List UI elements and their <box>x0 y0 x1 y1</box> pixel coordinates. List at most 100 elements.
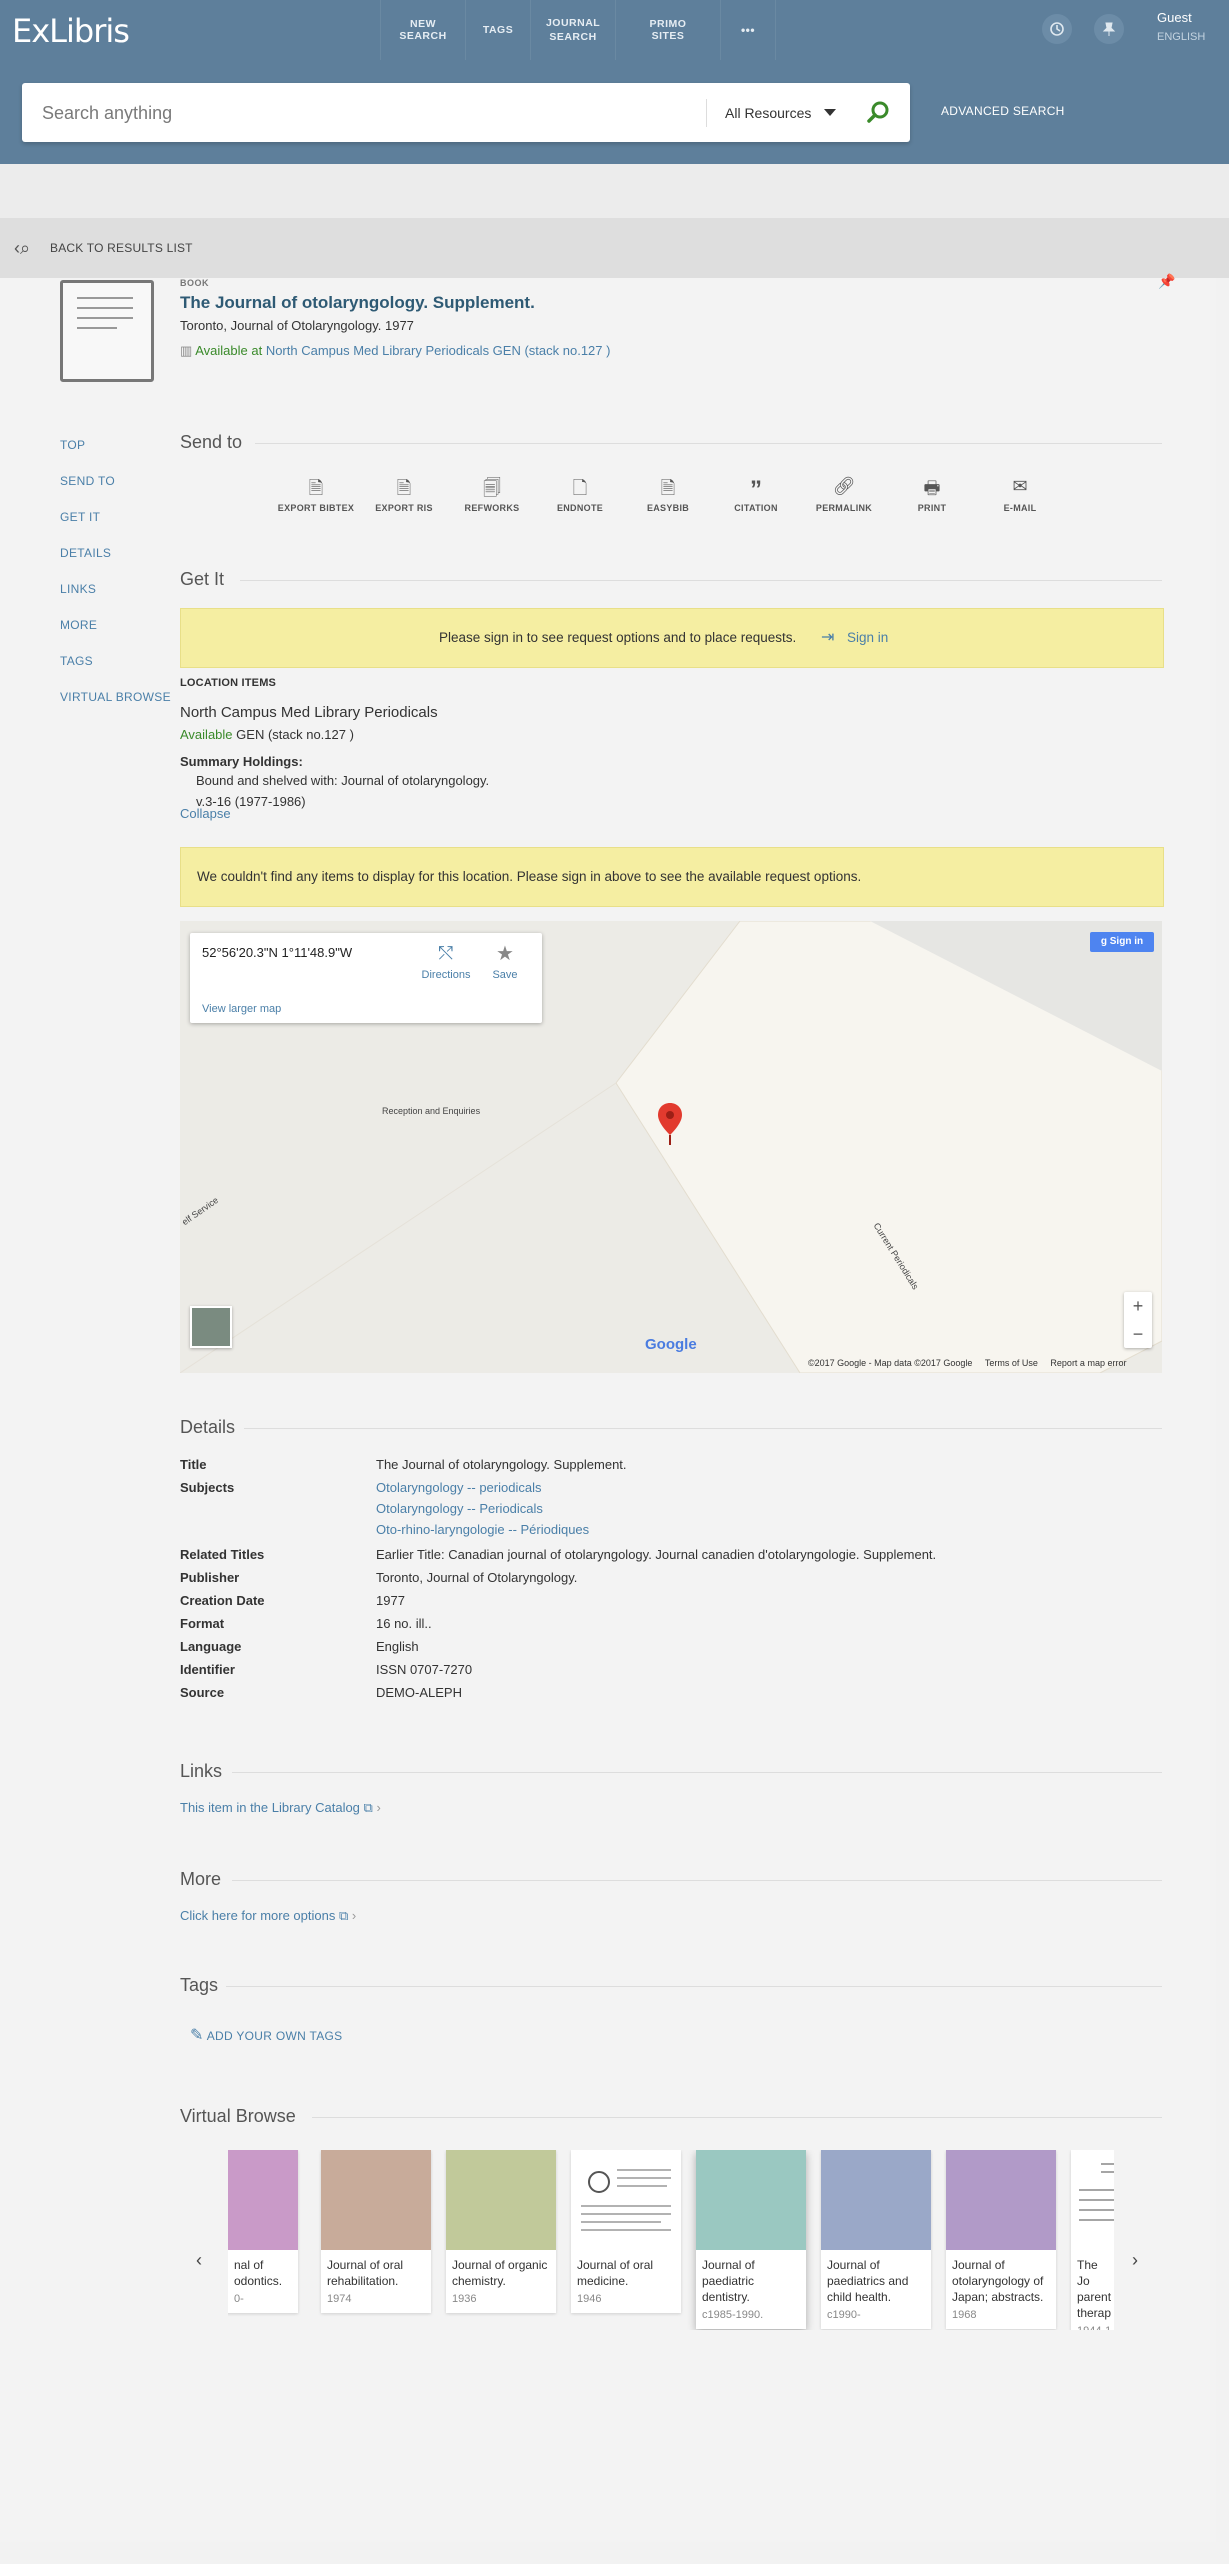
sidebar-item-details[interactable]: DETAILS <box>60 546 111 560</box>
nav-more[interactable]: ••• <box>720 0 776 60</box>
shelf-item[interactable]: nal of odontics. 0- <box>228 2150 298 2313</box>
location-items-label: LOCATION ITEMS <box>180 677 277 689</box>
library-icon: ▥ <box>180 343 193 358</box>
shelf-item[interactable]: Journal of organic chemistry. 1936 <box>446 2150 556 2313</box>
add-tags-button[interactable]: ✎ ADD YOUR OWN TAGS <box>190 2025 343 2045</box>
map-data-notice: ©2017 Google - Map data ©2017 Google <box>808 1358 973 1368</box>
directions-link[interactable]: Directions <box>416 969 476 981</box>
availability-line: ▥ Available at North Campus Med Library … <box>180 343 610 359</box>
language-selector[interactable]: ENGLISH <box>1157 31 1205 43</box>
sidebar-item-get-it[interactable]: GET IT <box>60 510 100 524</box>
sidebar-item-virtual-browse[interactable]: VIRTUAL BROWSE <box>60 690 171 704</box>
no-items-message: We couldn't find any items to display fo… <box>197 869 862 884</box>
history-icon[interactable] <box>1042 14 1072 44</box>
summary-holdings-label: Summary Holdings: <box>180 754 303 769</box>
back-to-results-link[interactable]: BACK TO RESULTS LIST <box>50 241 193 255</box>
refworks-button[interactable]: 🗐 REFWORKS <box>448 476 536 516</box>
save-link[interactable]: Save <box>490 969 520 981</box>
links-heading: Links <box>180 1761 223 1781</box>
export-ris-button[interactable]: 🗎 EXPORT RIS <box>360 476 448 516</box>
sidebar-item-more[interactable]: MORE <box>60 618 97 632</box>
details-heading: Details <box>180 1417 236 1437</box>
divider <box>255 443 1162 444</box>
external-link-icon: ⧉ <box>335 1908 349 1923</box>
print-button[interactable]: 🖶 PRINT <box>888 476 976 516</box>
permalink-button[interactable]: 🔗︎ PERMALINK <box>800 476 888 516</box>
chevron-right-icon[interactable]: › <box>1132 2250 1138 2271</box>
virtual-browse-heading: Virtual Browse <box>180 2106 296 2126</box>
satellite-toggle-icon[interactable] <box>190 1306 232 1348</box>
divider <box>232 1772 1162 1773</box>
more-options-link[interactable]: Click here for more options ⧉ › <box>180 1908 356 1924</box>
shelf-item[interactable]: Journal of paediatrics and child health.… <box>821 2150 931 2329</box>
library-name[interactable]: North Campus Med Library Periodicals <box>180 704 438 721</box>
directions-icon[interactable]: ⤲ <box>416 943 476 964</box>
availability-location[interactable]: North Campus Med Library Periodicals GEN… <box>266 343 611 358</box>
email-button[interactable]: ✉ E-MAIL <box>976 476 1064 516</box>
record-subtitle: Toronto, Journal of Otolaryngology. 1977 <box>180 318 414 333</box>
back-search-icon[interactable]: ‹⌕ <box>14 238 30 259</box>
journal-cover-image <box>571 2150 681 2250</box>
advanced-search-link[interactable]: ADVANCED SEARCH <box>941 104 1065 118</box>
nav-journal-search[interactable]: JOURNAL SEARCH <box>530 0 615 60</box>
shelf-item[interactable]: The Jo parent therap 1944-1 <box>1071 2150 1114 2330</box>
subject-link[interactable]: Otolaryngology -- periodicals <box>376 1480 541 1495</box>
record-title[interactable]: The Journal of otolaryngology. Supplemen… <box>180 293 535 313</box>
sidebar-item-links[interactable]: LINKS <box>60 582 96 596</box>
user-name[interactable]: Guest <box>1157 10 1192 25</box>
nav-new-search[interactable]: NEW SEARCH <box>380 0 465 60</box>
collapse-link[interactable]: Collapse <box>180 806 231 821</box>
external-link-icon: ⧉ <box>359 1800 373 1815</box>
envelope-icon: ✉ <box>1012 476 1028 496</box>
endnote-button[interactable]: 🗋 ENDNOTE <box>536 476 624 516</box>
search-icon[interactable] <box>864 99 892 127</box>
report-map-error-link[interactable]: Report a map error <box>1050 1358 1126 1368</box>
detail-format-value: 16 no. ill.. <box>376 1616 432 1631</box>
divider <box>312 2117 1162 2118</box>
google-logo: Google <box>645 1336 697 1353</box>
detail-creation-value: 1977 <box>376 1593 405 1608</box>
search-input[interactable]: Search anything <box>42 103 172 124</box>
easybib-button[interactable]: 🗎 EASYBIB <box>624 476 712 516</box>
zoom-out-icon[interactable]: − <box>1124 1320 1152 1348</box>
search-box: Search anything All Resources <box>22 83 910 142</box>
divider <box>226 1986 1162 1987</box>
chevron-left-icon[interactable]: ‹ <box>196 2250 202 2271</box>
google-sign-in-button[interactable]: g Sign in <box>1090 932 1154 952</box>
shelf-item[interactable]: Journal of oral medicine. 1946 <box>571 2150 681 2313</box>
detail-identifier-value: ISSN 0707-7270 <box>376 1662 473 1677</box>
back-bar: ‹⌕ BACK TO RESULTS LIST <box>0 218 1229 278</box>
export-bibtex-button[interactable]: 🗎 EXPORT BIBTEX <box>272 476 360 516</box>
map-footer: ©2017 Google - Map data ©2017 Google Ter… <box>808 1358 1126 1368</box>
main-nav: NEW SEARCH TAGS JOURNAL SEARCH PRIMO SIT… <box>380 0 776 60</box>
subject-link[interactable]: Otolaryngology -- Periodicals <box>376 1501 543 1516</box>
sign-in-icon[interactable]: ⇥ <box>821 627 834 647</box>
virtual-browse-shelf: nal of odontics. 0- Journal of oral reha… <box>228 2150 1114 2330</box>
no-items-banner: We couldn't find any items to display fo… <box>180 847 1164 907</box>
nav-tags[interactable]: TAGS <box>465 0 530 60</box>
nav-primo-sites[interactable]: PRIMO SITES <box>615 0 720 60</box>
location-map[interactable]: 52°56'20.3"N 1°11'48.9"W ⤲ Directions ★ … <box>180 921 1162 1373</box>
shelf-item[interactable]: Journal of oral rehabilitation. 1974 <box>321 2150 431 2313</box>
sidebar-item-tags[interactable]: TAGS <box>60 654 93 668</box>
sidebar-item-top[interactable]: TOP <box>60 438 85 452</box>
subject-link[interactable]: Oto-rhino-laryngologie -- Périodiques <box>376 1522 589 1537</box>
record-type: BOOK <box>180 278 209 288</box>
pin-icon[interactable] <box>1094 14 1124 44</box>
map-marker-icon[interactable] <box>658 1103 682 1152</box>
pin-record-icon[interactable]: 📌 <box>1158 273 1175 290</box>
shelf-item[interactable]: Journal of otolaryngology of Japan; abst… <box>946 2150 1056 2329</box>
shelf-item-current[interactable]: Journal of paediatric dentistry. c1985-1… <box>696 2150 806 2329</box>
zoom-in-icon[interactable]: + <box>1124 1292 1152 1320</box>
summary-holdings-line1: Bound and shelved with: Journal of otola… <box>196 773 490 788</box>
star-icon[interactable]: ★ <box>490 941 520 966</box>
citation-button[interactable]: ” CITATION <box>712 476 800 516</box>
sign-in-link[interactable]: Sign in <box>847 630 888 645</box>
sidebar-item-send-to[interactable]: SEND TO <box>60 474 115 488</box>
terms-of-use-link[interactable]: Terms of Use <box>985 1358 1038 1368</box>
chevron-down-icon[interactable] <box>824 109 836 116</box>
view-larger-map-link[interactable]: View larger map <box>202 1003 281 1015</box>
exlibris-logo[interactable]: ExLibris <box>12 12 130 50</box>
scope-select[interactable]: All Resources <box>725 105 811 121</box>
library-catalog-link[interactable]: This item in the Library Catalog ⧉ › <box>180 1800 381 1816</box>
